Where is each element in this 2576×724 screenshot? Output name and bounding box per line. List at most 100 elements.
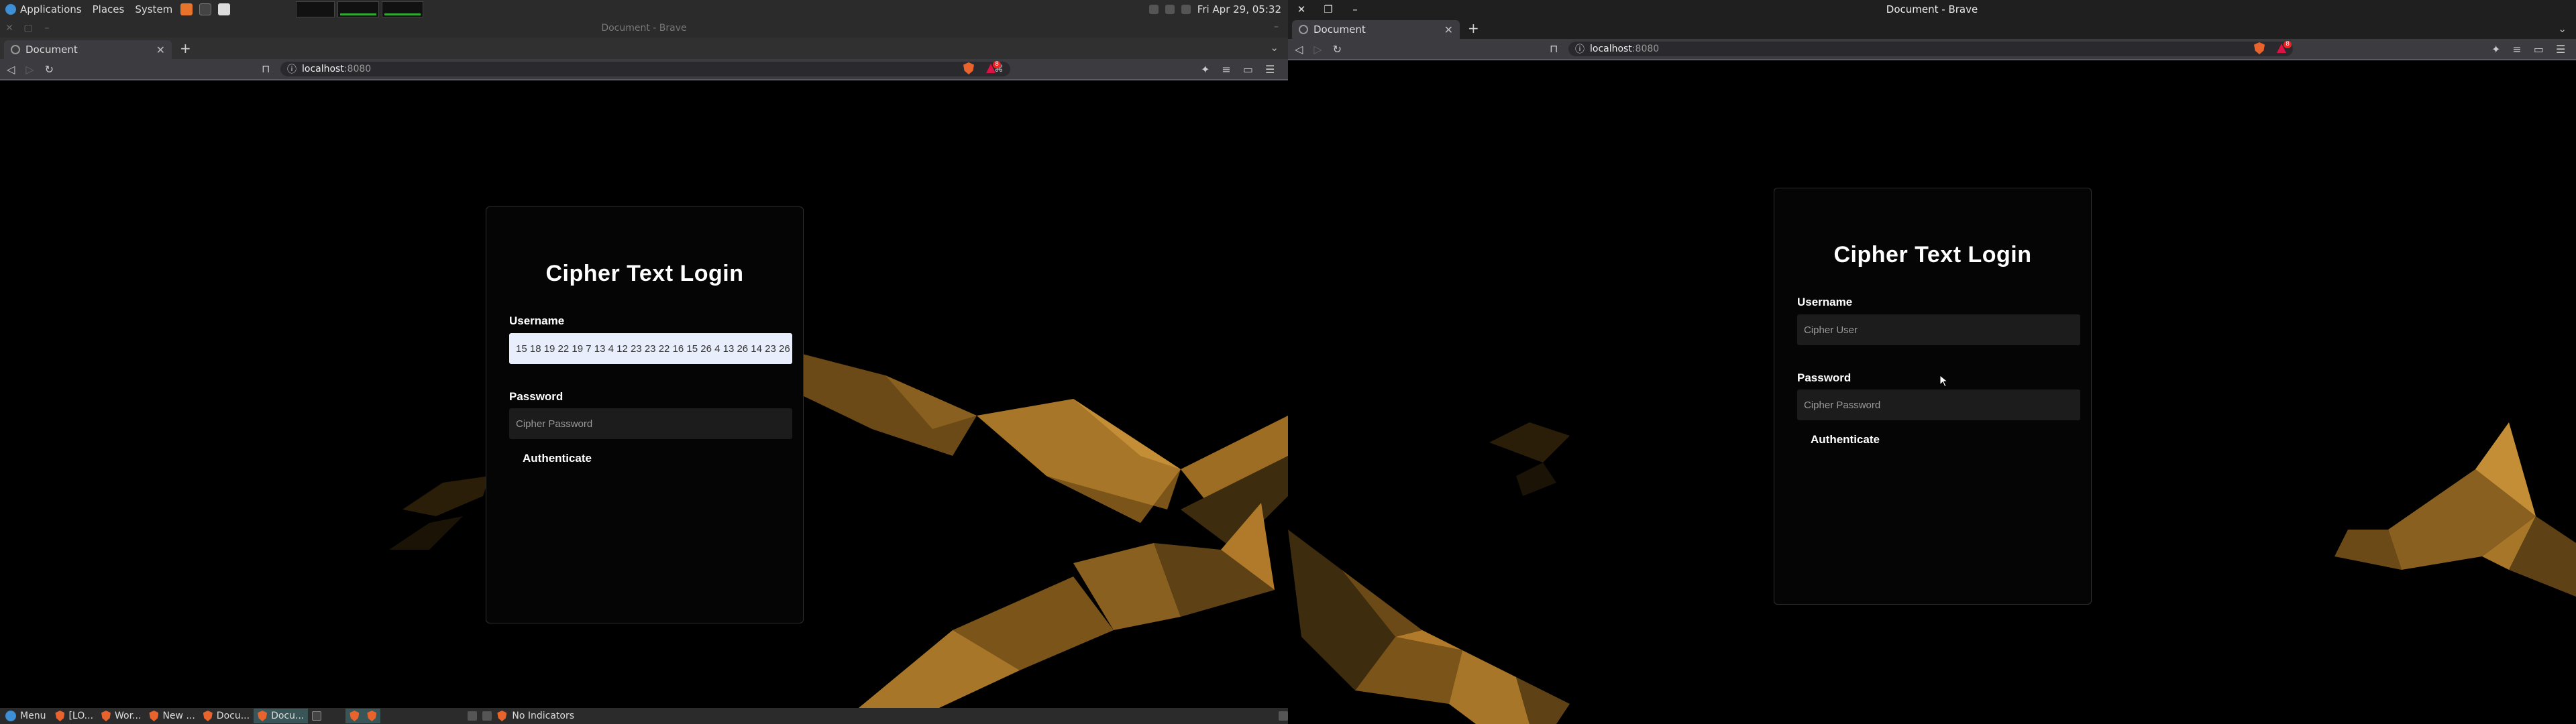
places-menu[interactable]: Places	[87, 3, 130, 15]
left-restore-icon[interactable]: ▢	[19, 23, 38, 34]
left-menu-icon[interactable]: ☰	[1265, 63, 1275, 76]
right-new-tab-icon[interactable]: +	[1468, 20, 1479, 36]
task-item[interactable]: Wor...	[97, 709, 145, 723]
right-username-label: Username	[1797, 296, 1853, 308]
globe-icon	[11, 45, 20, 54]
start-menu-button[interactable]: Menu	[0, 711, 51, 721]
clipboard-icon[interactable]	[482, 711, 492, 721]
left-username-input[interactable]: 15 18 19 22 19 7 13 4 12 23 23 22 16 15 …	[509, 333, 792, 364]
left-new-tab-icon[interactable]: +	[180, 40, 191, 56]
messages-icon[interactable]	[1181, 5, 1191, 14]
right-authenticate-button[interactable]: Authenticate	[1811, 433, 1880, 446]
workspace-1[interactable]	[296, 1, 335, 17]
right-window-titlebar[interactable]: ✕ ❐ – Document - Brave	[1288, 0, 2576, 19]
right-info-icon[interactable]: ⓘ	[1575, 42, 1585, 56]
right-url-bar[interactable]: ⓘ localhost:8080	[1568, 42, 2293, 56]
right-toolbar: ◁ ▷ ↻ ⊓ ⓘ localhost:8080 8 ✦ ≡ ▭ ☰	[1288, 39, 2576, 59]
brave-icon	[149, 711, 159, 721]
right-username-input[interactable]: Cipher User	[1797, 314, 2080, 345]
right-wallet-icon[interactable]: ▭	[2534, 43, 2544, 56]
right-bookmark-icon[interactable]: ⊓	[1550, 42, 1558, 55]
left-url-host: localhost	[302, 64, 344, 74]
task-item-terminal[interactable]	[308, 709, 325, 723]
left-url-port: :8080	[343, 64, 372, 74]
bottom-taskbar: Menu [LO... Wor... New ... Docu... Docu.…	[0, 708, 1288, 724]
right-url-port: :8080	[1631, 44, 1660, 54]
right-forward-icon[interactable]: ▷	[1313, 43, 1322, 56]
left-wallet-icon[interactable]: ▭	[1243, 63, 1253, 76]
clock[interactable]: Fri Apr 29, 05:32	[1197, 3, 1281, 15]
task-label: [LO...	[68, 711, 94, 721]
left-window-title: Document - Brave	[601, 23, 687, 34]
workspace-indicator-1[interactable]	[345, 709, 364, 723]
task-label: Docu...	[216, 711, 250, 721]
left-close-icon[interactable]: ✕	[0, 23, 19, 34]
left-url-bar[interactable]: ⓘ localhost:8080 ⌘	[280, 62, 1010, 76]
right-tab-document[interactable]: Document ✕	[1292, 20, 1460, 39]
right-back-icon[interactable]: ◁	[1295, 43, 1303, 56]
menu-label: Menu	[20, 711, 46, 721]
left-forward-icon[interactable]: ▷	[25, 63, 34, 76]
brave-icon	[55, 711, 65, 721]
left-tab-close-icon[interactable]: ✕	[156, 44, 165, 56]
indicators-label[interactable]: No Indicators	[512, 711, 574, 721]
left-info-icon[interactable]: ⓘ	[287, 62, 297, 76]
terminal-icon	[312, 711, 322, 721]
right-restore-icon[interactable]: ❐	[1315, 3, 1342, 15]
right-password-input[interactable]: Cipher Password	[1797, 389, 2080, 420]
right-poly-10	[1449, 650, 1529, 724]
right-tab-close-icon[interactable]: ✕	[1444, 23, 1453, 36]
right-menu-icon[interactable]: ☰	[2556, 43, 2565, 56]
brave-icon	[258, 711, 268, 721]
left-window-titlebar[interactable]: ✕ ▢ – Document - Brave –	[0, 19, 1288, 38]
task-item[interactable]: [LO...	[51, 709, 97, 723]
left-tab-label: Document	[25, 44, 78, 56]
brave-tray-icon[interactable]	[497, 711, 507, 721]
left-tab-document[interactable]: Document ✕	[4, 40, 172, 59]
left-bookmark-icon[interactable]: ⊓	[262, 62, 270, 75]
left-reload-icon[interactable]: ↻	[45, 63, 54, 76]
left-back-icon[interactable]: ◁	[7, 63, 15, 76]
left-poly-13	[402, 476, 490, 516]
task-item[interactable]: New ...	[145, 709, 199, 723]
keyboard-icon[interactable]	[468, 711, 478, 721]
left-brave-rewards-icon[interactable]: 8	[986, 61, 1001, 74]
right-playlist-icon[interactable]: ≡	[2512, 43, 2521, 56]
left-minimize-icon[interactable]: –	[38, 23, 56, 34]
workspace-3[interactable]	[382, 1, 424, 17]
right-toolbar-right: ✦ ≡ ▭ ☰	[2491, 43, 2565, 56]
brave-icon	[203, 711, 213, 721]
editor-launcher-icon[interactable]	[218, 3, 231, 15]
system-menu[interactable]: System	[129, 3, 178, 15]
firefox-launcher-icon[interactable]	[180, 3, 193, 15]
right-tab-search-icon[interactable]: ⌄	[2558, 23, 2567, 35]
network-icon[interactable]	[1148, 5, 1159, 14]
left-extensions-icon[interactable]: ✦	[1201, 63, 1210, 76]
task-item-active[interactable]: Docu...	[254, 709, 309, 723]
right-brave-rewards-icon[interactable]: 8	[2277, 41, 2292, 54]
right-close-icon[interactable]: ✕	[1288, 3, 1315, 15]
volume-icon[interactable]	[1165, 5, 1175, 14]
left-tab-search-icon[interactable]: ⌄	[1270, 42, 1279, 54]
workspace-indicator-2[interactable]	[363, 709, 381, 723]
workspace-2[interactable]	[337, 1, 380, 17]
right-login-title: Cipher Text Login	[1833, 242, 2032, 267]
right-minimize-icon[interactable]: –	[1342, 3, 1368, 15]
task-item[interactable]: Docu...	[199, 709, 254, 723]
left-playlist-icon[interactable]: ≡	[1222, 63, 1230, 76]
right-poly-13	[1516, 463, 1556, 496]
show-desktop-icon[interactable]	[1279, 711, 1288, 721]
brave-icon	[101, 711, 111, 721]
left-authenticate-button[interactable]: Authenticate	[523, 452, 592, 465]
right-window-title: Document - Brave	[1886, 3, 1978, 15]
applications-menu[interactable]: Applications	[0, 3, 87, 15]
applications-label: Applications	[20, 3, 82, 15]
right-rewards-badge: 8	[2284, 41, 2292, 48]
right-reload-icon[interactable]: ↻	[1333, 43, 1342, 56]
left-window-menu-icon[interactable]: –	[1274, 21, 1279, 32]
terminal-launcher-icon[interactable]	[199, 3, 212, 15]
task-label: New ...	[162, 711, 195, 721]
left-toolbar-right: ✦ ≡ ▭ ☰	[1201, 63, 1275, 76]
right-extensions-icon[interactable]: ✦	[2491, 43, 2500, 56]
left-password-input[interactable]: Cipher Password	[509, 408, 792, 439]
